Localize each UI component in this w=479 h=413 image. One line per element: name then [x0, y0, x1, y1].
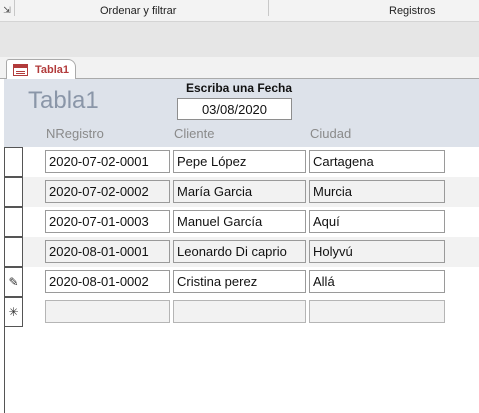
nregistro-field[interactable]	[45, 180, 170, 203]
ribbon-separator	[14, 0, 15, 16]
dialog-launcher-icon[interactable]: ⇲	[2, 6, 12, 16]
table-row	[4, 177, 479, 207]
form-title: Tabla1	[28, 87, 99, 114]
nregistro-field[interactable]	[45, 300, 170, 323]
table-row	[4, 237, 479, 267]
record-selector[interactable]	[4, 237, 23, 267]
ciudad-field[interactable]	[309, 240, 445, 263]
cliente-field[interactable]	[173, 300, 306, 323]
record-selector[interactable]: ✎	[4, 267, 23, 297]
table-row: ✎	[4, 267, 479, 297]
record-selector[interactable]	[4, 207, 23, 237]
pencil-icon: ✎	[8, 275, 19, 289]
column-header-nregistro: NRegistro	[46, 126, 104, 141]
nregistro-field[interactable]	[45, 150, 170, 173]
cliente-field[interactable]	[173, 210, 306, 233]
ribbon-separator	[268, 0, 269, 16]
date-prompt-label: Escriba una Fecha	[185, 81, 293, 95]
cliente-field[interactable]	[173, 270, 306, 293]
form-header: Tabla1 Escriba una Fecha NRegistro Clien…	[4, 79, 479, 147]
ribbon-group-registros-label: Registros	[389, 5, 436, 17]
tab-label: Tabla1	[35, 64, 70, 76]
nregistro-field[interactable]	[45, 240, 170, 263]
ribbon-group-ordenar-label: Ordenar y filtrar	[100, 5, 177, 17]
cliente-field[interactable]	[173, 180, 306, 203]
column-header-cliente: Cliente	[174, 126, 215, 141]
document-tab-strip: Tabla1	[0, 57, 479, 80]
ciudad-field[interactable]	[309, 210, 445, 233]
record-selector[interactable]	[4, 177, 23, 207]
ciudad-field[interactable]	[309, 180, 445, 203]
cliente-field[interactable]	[173, 240, 306, 263]
ciudad-field[interactable]	[309, 150, 445, 173]
tab-tabla1[interactable]: Tabla1	[6, 59, 76, 80]
date-field[interactable]	[177, 98, 292, 120]
form-view: Tabla1 Escriba una Fecha NRegistro Clien…	[0, 79, 479, 413]
ciudad-field[interactable]	[309, 300, 445, 323]
nregistro-field[interactable]	[45, 270, 170, 293]
ciudad-field[interactable]	[309, 270, 445, 293]
cliente-field[interactable]	[173, 150, 306, 173]
new-record-row: ✳	[4, 297, 479, 327]
table-row	[4, 207, 479, 237]
table-row	[4, 147, 479, 177]
ribbon-group-labels: ⇲ Ordenar y filtrar Registros	[0, 0, 479, 22]
record-selector[interactable]: ✳	[4, 297, 23, 327]
access-window: ⇲ Ordenar y filtrar Registros Tabla1 Tab…	[0, 0, 479, 413]
ribbon-bottom-area	[0, 22, 479, 57]
nregistro-field[interactable]	[45, 210, 170, 233]
record-selector[interactable]	[4, 147, 23, 177]
column-header-ciudad: Ciudad	[310, 126, 352, 141]
new-record-asterisk-icon: ✳	[8, 305, 19, 319]
form-icon	[13, 64, 28, 76]
